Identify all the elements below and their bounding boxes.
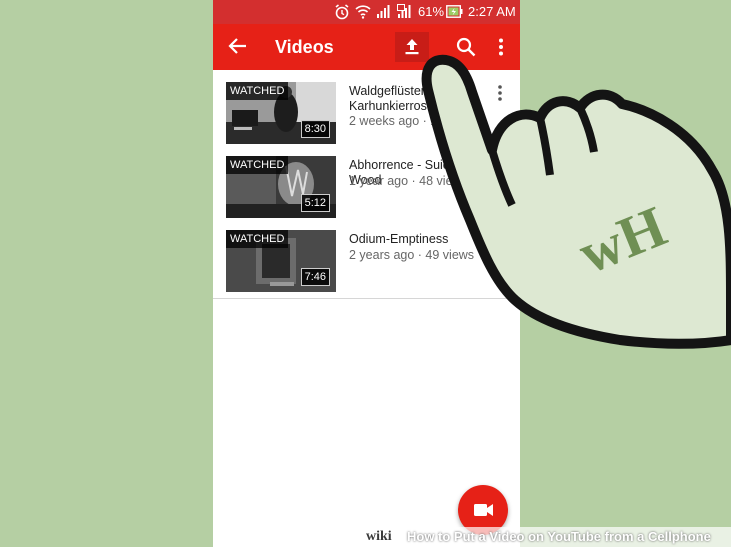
upload-icon <box>405 39 419 55</box>
caption-brand: wiki <box>366 529 392 544</box>
video-thumbnail[interactable]: WATCHED 8:30 <box>226 82 336 144</box>
video-title[interactable]: Waldgeflüster - Karhunkierros Cover <box>349 84 499 114</box>
video-meta: 2 weeks ago · 16 views <box>349 114 479 128</box>
back-arrow-icon[interactable] <box>227 35 249 57</box>
battery-charging-icon <box>446 5 463 18</box>
watched-badge: WATCHED <box>226 156 289 174</box>
duration-badge: 8:30 <box>300 120 330 138</box>
wikihow-logo-text: wH <box>570 193 675 286</box>
video-thumbnail[interactable]: WATCHED 7:46 <box>226 230 336 292</box>
signal-icon-2 <box>397 4 411 18</box>
video-thumbnail[interactable]: WATCHED 5:12 <box>226 156 336 218</box>
list-item[interactable]: WATCHED 5:12 Abhorrence - Suicide Wood 1… <box>213 144 520 218</box>
video-more-icon[interactable] <box>495 158 505 176</box>
video-title[interactable]: Odium-Emptiness <box>349 232 499 247</box>
duration-badge: 7:46 <box>300 268 330 286</box>
watched-badge: WATCHED <box>226 82 289 100</box>
caption-bar: wiki How to Put a Video on YouTube from … <box>347 527 731 547</box>
video-meta: 2 years ago · 49 views <box>349 248 475 262</box>
video-title-line: Karhunkierros Cover <box>349 99 464 113</box>
video-more-icon[interactable] <box>495 232 505 250</box>
video-more-icon[interactable] <box>495 84 505 102</box>
phone-screen: 61% 2:27 AM Videos WATCHED 8:30 Waldgefl… <box>213 0 520 547</box>
more-vert-icon[interactable] <box>490 36 512 58</box>
app-bar: Videos <box>213 24 520 70</box>
list-item[interactable]: WATCHED 7:46 Odium-Emptiness 2 years ago… <box>213 218 520 292</box>
list-item[interactable]: WATCHED 8:30 Waldgeflüster - Karhunkierr… <box>213 70 520 144</box>
upload-button[interactable] <box>395 32 429 62</box>
video-title-line: Waldgeflüster - <box>349 84 433 98</box>
watched-badge: WATCHED <box>226 230 289 248</box>
wifi-icon <box>355 5 371 19</box>
alarm-icon <box>335 4 349 20</box>
status-bar: 61% 2:27 AM <box>213 0 520 24</box>
page-title: Videos <box>275 37 334 57</box>
wikihow-logo: wH <box>570 193 675 286</box>
video-list: WATCHED 8:30 Waldgeflüster - Karhunkierr… <box>213 70 520 299</box>
video-title-line: Odium-Emptiness <box>349 232 449 246</box>
search-icon[interactable] <box>455 36 477 58</box>
video-meta: 1 year ago · 48 views <box>349 174 468 188</box>
clock-time: 2:27 AM <box>468 4 516 19</box>
signal-icon <box>377 5 390 18</box>
caption-text: How to Put a Video on YouTube from a Cel… <box>407 529 711 544</box>
duration-badge: 5:12 <box>300 194 330 212</box>
battery-percent: 61% <box>418 4 445 19</box>
